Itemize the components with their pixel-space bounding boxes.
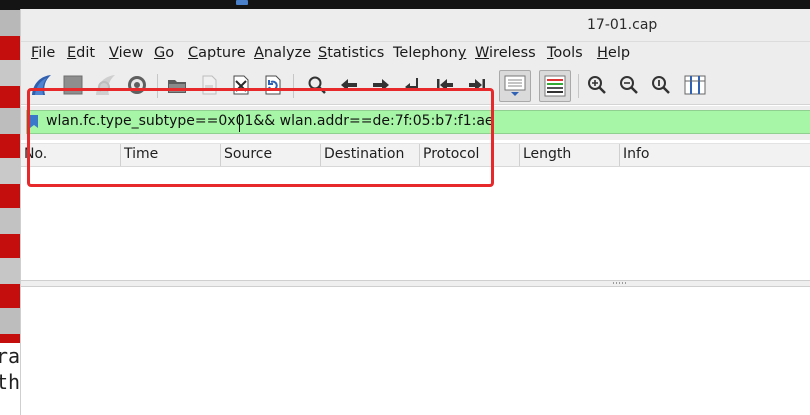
- menu-help[interactable]: Help: [597, 45, 630, 61]
- menu-edit[interactable]: Edit: [67, 45, 95, 61]
- menu-statistics[interactable]: Statistics: [318, 45, 384, 61]
- resize-columns-icon[interactable]: [683, 73, 707, 97]
- menu-file[interactable]: File: [31, 45, 55, 61]
- background-terminal: ra th: [0, 343, 20, 415]
- autoscroll-icon[interactable]: [499, 70, 531, 102]
- colorize-icon[interactable]: [539, 70, 571, 102]
- splitter-grip[interactable]: [613, 282, 627, 284]
- terminal-line: ra: [0, 344, 20, 368]
- menu-analyze[interactable]: Analyze: [254, 45, 311, 61]
- column-header-length[interactable]: Length: [523, 146, 571, 162]
- menu-go[interactable]: Go: [154, 45, 174, 61]
- menu-telephony[interactable]: Telephony: [393, 45, 466, 61]
- zoom-out-icon[interactable]: [617, 73, 641, 97]
- wireshark-window: 17-01.cap File Edit View Go Capture Anal…: [20, 9, 810, 415]
- toolbar-separator: [578, 74, 579, 98]
- title-bar[interactable]: 17-01.cap: [21, 9, 810, 42]
- pane-splitter[interactable]: [21, 280, 810, 287]
- menu-view[interactable]: View: [109, 45, 143, 61]
- menu-bar: File Edit View Go Capture Analyze Statis…: [21, 42, 810, 68]
- menu-wireless[interactable]: Wireless: [475, 45, 536, 61]
- taskbar-icon: [236, 0, 248, 5]
- menu-tools[interactable]: Tools: [547, 45, 583, 61]
- menu-capture[interactable]: Capture: [188, 45, 246, 61]
- column-header-info[interactable]: Info: [623, 146, 650, 162]
- annotation-highlight-box: [27, 88, 494, 187]
- zoom-in-icon[interactable]: [585, 73, 609, 97]
- packet-details-pane[interactable]: [21, 287, 810, 415]
- window-title: 17-01.cap: [587, 17, 658, 33]
- column-divider[interactable]: [519, 144, 520, 166]
- column-divider[interactable]: [619, 144, 620, 166]
- terminal-line: th: [0, 370, 20, 394]
- normal-size-icon[interactable]: [649, 73, 673, 97]
